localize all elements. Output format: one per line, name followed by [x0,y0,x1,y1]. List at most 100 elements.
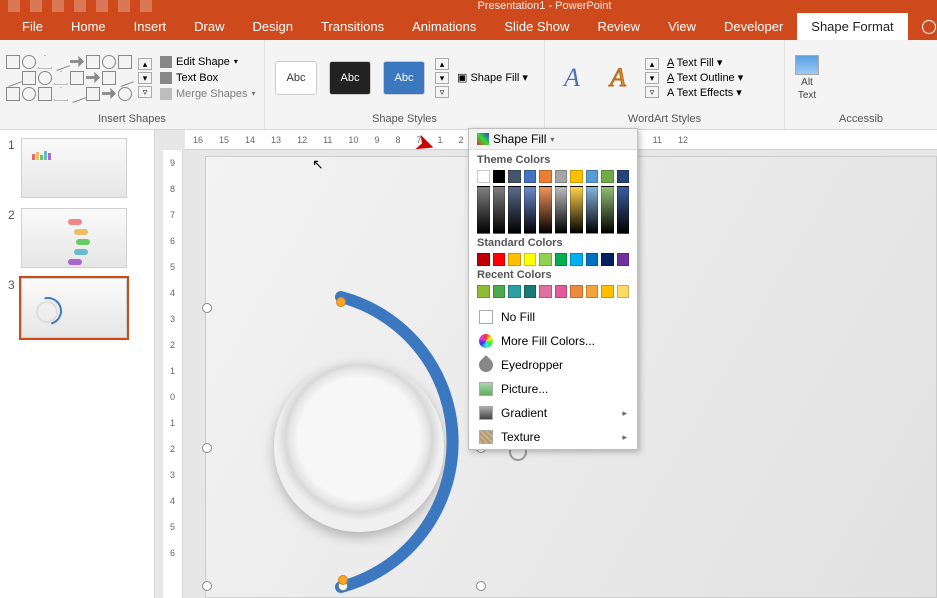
color-swatch[interactable] [555,170,568,183]
qat-icon[interactable] [74,0,86,12]
gradient-item[interactable]: Gradient▸ [469,401,637,425]
color-swatch[interactable] [539,170,552,183]
arc-shape[interactable] [206,287,506,597]
selection-handle[interactable] [202,443,212,453]
qat-icon[interactable] [140,0,152,12]
color-swatch[interactable] [601,170,614,183]
tab-draw[interactable]: Draw [180,13,238,40]
picture-item[interactable]: Picture... [469,377,637,401]
color-swatch[interactable] [539,253,552,266]
text-fill-button[interactable]: A Text Fill ▾ [667,56,743,69]
color-swatch[interactable] [617,253,630,266]
tab-developer[interactable]: Developer [710,13,797,40]
color-swatch[interactable] [555,253,568,266]
alt-text-button[interactable]: AltText [795,55,819,101]
color-swatch[interactable] [477,285,490,298]
qat-icon[interactable] [30,0,42,12]
group-shape-styles: Abc Abc Abc ▴▾▿ ▣ Shape Fill ▾ Shape Sty… [265,40,545,129]
gradient-icon [479,406,493,420]
edit-shape-button[interactable]: Edit Shape ▾ [160,56,256,68]
style-tile[interactable]: Abc [329,61,371,95]
tab-animations[interactable]: Animations [398,13,490,40]
qat-icon[interactable] [96,0,108,12]
color-swatch[interactable] [493,170,506,183]
color-swatch[interactable] [524,170,537,183]
wordart-scroll[interactable]: ▴▾▿ [645,58,659,98]
color-swatch[interactable] [570,186,583,234]
tab-transitions[interactable]: Transitions [307,13,398,40]
color-swatch[interactable] [508,253,521,266]
color-swatch[interactable] [477,170,490,183]
eyedropper-item[interactable]: Eyedropper [469,353,637,377]
slide-thumbnails: 1 2 3 [0,130,155,598]
color-swatch[interactable] [524,186,537,234]
tab-review[interactable]: Review [583,13,654,40]
color-swatch[interactable] [586,170,599,183]
color-swatch[interactable] [555,186,568,234]
qat [8,0,152,12]
qat-icon[interactable] [8,0,20,12]
text-outline-button[interactable]: A Text Outline ▾ [667,71,743,84]
color-swatch[interactable] [508,170,521,183]
color-swatch[interactable] [477,186,490,234]
tab-view[interactable]: View [654,13,710,40]
shape-fill-button[interactable]: ▣ Shape Fill ▾ [457,71,528,84]
group-wordart-styles: A A ▴▾▿ A Text Fill ▾ A Text Outline ▾ A… [545,40,785,129]
color-swatch[interactable] [617,186,630,234]
color-swatch[interactable] [570,285,583,298]
tab-file[interactable]: File [8,13,57,40]
color-swatch[interactable] [586,285,599,298]
color-swatch[interactable] [493,285,506,298]
tab-home[interactable]: Home [57,13,120,40]
tab-slideshow[interactable]: Slide Show [490,13,583,40]
slide-thumb-2[interactable] [21,208,127,268]
color-swatch[interactable] [570,170,583,183]
color-swatch[interactable] [555,285,568,298]
selection-handle[interactable] [202,581,212,591]
color-swatch[interactable] [539,285,552,298]
selection-handle[interactable] [202,303,212,313]
color-swatch[interactable] [601,186,614,234]
color-swatch[interactable] [493,186,506,234]
shapes-scroll[interactable]: ▴▾▿ [138,58,152,98]
color-swatch[interactable] [493,253,506,266]
picture-icon [479,382,493,396]
color-swatch[interactable] [586,253,599,266]
color-swatch[interactable] [617,285,630,298]
text-effects-button[interactable]: A Text Effects ▾ [667,86,743,99]
adjust-handle[interactable] [336,297,346,307]
color-swatch[interactable] [508,285,521,298]
style-tile[interactable]: Abc [383,61,425,95]
color-swatch[interactable] [601,253,614,266]
styles-scroll[interactable]: ▴▾▿ [435,58,449,98]
tab-shape-format[interactable]: Shape Format [797,13,907,40]
style-tile[interactable]: Abc [275,61,317,95]
color-swatch[interactable] [570,253,583,266]
qat-icon[interactable] [52,0,64,12]
tab-design[interactable]: Design [239,13,307,40]
color-swatch[interactable] [508,186,521,234]
tab-tellme[interactable]: Tell me w [908,13,937,40]
color-swatch[interactable] [586,186,599,234]
color-swatch[interactable] [617,170,630,183]
tab-insert[interactable]: Insert [120,13,181,40]
slide-thumb-1[interactable] [21,138,127,198]
no-fill-item[interactable]: No Fill [469,305,637,329]
wordart-tile[interactable]: A [551,61,593,95]
qat-icon[interactable] [118,0,130,12]
merge-shapes-button[interactable]: Merge Shapes ▾ [160,88,256,100]
adjust-handle[interactable] [338,575,348,585]
text-box-button[interactable]: Text Box [160,72,256,84]
more-colors-item[interactable]: More Fill Colors... [469,329,637,353]
slide-thumb-3[interactable] [21,278,127,338]
color-swatch[interactable] [601,285,614,298]
color-swatch[interactable] [524,285,537,298]
shapes-gallery[interactable] [6,55,132,101]
color-swatch[interactable] [477,253,490,266]
shape-fill-header[interactable]: Shape Fill▾ [469,129,637,150]
selection-handle[interactable] [476,581,486,591]
texture-item[interactable]: Texture▸ [469,425,637,449]
color-swatch[interactable] [524,253,537,266]
color-swatch[interactable] [539,186,552,234]
wordart-tile[interactable]: A [597,61,639,95]
